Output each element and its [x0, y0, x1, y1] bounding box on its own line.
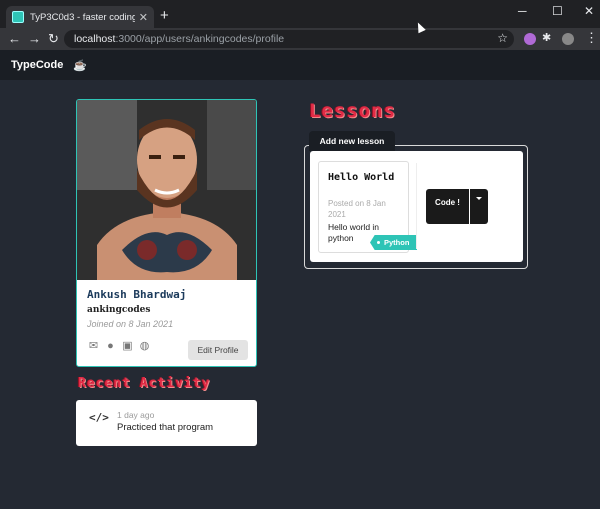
lessons-panel: Hello World Posted on 8 Jan 2021 Hello w… — [310, 151, 523, 262]
lessons-title: Lessons — [309, 100, 397, 122]
minimize-icon[interactable]: ─ — [518, 4, 527, 18]
profile-joined: Joined on 8 Jan 2021 — [87, 319, 174, 329]
brand-logo[interactable]: TypeCode — [11, 59, 63, 71]
window-close-icon[interactable]: ✕ — [584, 4, 594, 18]
url-host: localhost — [74, 33, 116, 45]
activity-item[interactable]: </> 1 day ago Practiced that program — [76, 400, 257, 446]
maximize-icon[interactable]: ☐ — [552, 4, 563, 18]
lesson-date: Posted on 8 Jan 2021 — [328, 199, 386, 219]
chevron-down-icon[interactable] — [470, 189, 488, 224]
recent-activity-title: Recent Activity — [78, 376, 211, 391]
bookmark-star-icon[interactable]: ☆ — [497, 31, 508, 45]
profile-photo — [77, 100, 256, 280]
activity-text: Practiced that program — [117, 422, 214, 433]
puzzle-icon[interactable]: ✱ — [542, 31, 554, 44]
profile-avatar[interactable] — [562, 33, 574, 45]
menu-icon[interactable]: ⋮ — [585, 30, 598, 46]
reload-icon[interactable]: ↻ — [48, 31, 59, 47]
browser-toolbar: ← → ↻ localhost:3000/app/users/ankingcod… — [0, 28, 600, 50]
code-icon: </> — [89, 411, 109, 424]
profile-card: Ankush Bhardwaj ankingcodes Joined on 8 … — [76, 99, 257, 367]
divider — [416, 163, 417, 249]
browser-tab[interactable]: TyP3C0d3 - faster coding for fast ✕ — [6, 6, 154, 28]
profile-info: Ankush Bhardwaj ankingcodes Joined on 8 … — [87, 288, 186, 329]
forward-icon[interactable]: → — [28, 31, 41, 46]
close-icon[interactable]: ✕ — [139, 11, 148, 24]
add-lesson-tab[interactable]: Add new lesson — [309, 131, 395, 151]
tab-title: TyP3C0d3 - faster coding for fast — [30, 11, 135, 23]
extension-icon[interactable] — [524, 33, 536, 45]
site-favicon-icon — [12, 11, 24, 23]
linkedin-icon[interactable]: ▣ — [121, 340, 134, 353]
mail-icon[interactable]: ✉ — [87, 340, 100, 353]
activity-time: 1 day ago — [117, 410, 155, 420]
back-icon[interactable]: ← — [8, 31, 21, 46]
lesson-title: Hello World — [328, 172, 395, 183]
globe-icon[interactable]: ◍ — [138, 340, 151, 353]
url-path: :3000/app/users/ankingcodes/profile — [115, 33, 285, 45]
browser-tabstrip: TyP3C0d3 - faster coding for fast ✕ + ─ … — [0, 0, 600, 28]
profile-handle: ankingcodes — [87, 305, 151, 315]
profile-name: Ankush Bhardwaj — [87, 288, 187, 301]
code-button[interactable]: Code ! — [426, 189, 469, 224]
coffee-icon: ☕ — [73, 59, 88, 72]
github-icon[interactable]: ● — [104, 340, 117, 353]
edit-profile-button[interactable]: Edit Profile — [188, 340, 248, 360]
address-bar[interactable]: localhost:3000/app/users/ankingcodes/pro… — [64, 30, 514, 48]
language-tag: Python — [370, 235, 417, 250]
app-navbar: TypeCode ☕ — [0, 50, 600, 80]
new-tab-icon[interactable]: + — [160, 7, 169, 24]
social-links: ✉ ● ▣ ◍ — [87, 340, 151, 353]
lesson-card[interactable]: Hello World Posted on 8 Jan 2021 Hello w… — [318, 161, 417, 253]
